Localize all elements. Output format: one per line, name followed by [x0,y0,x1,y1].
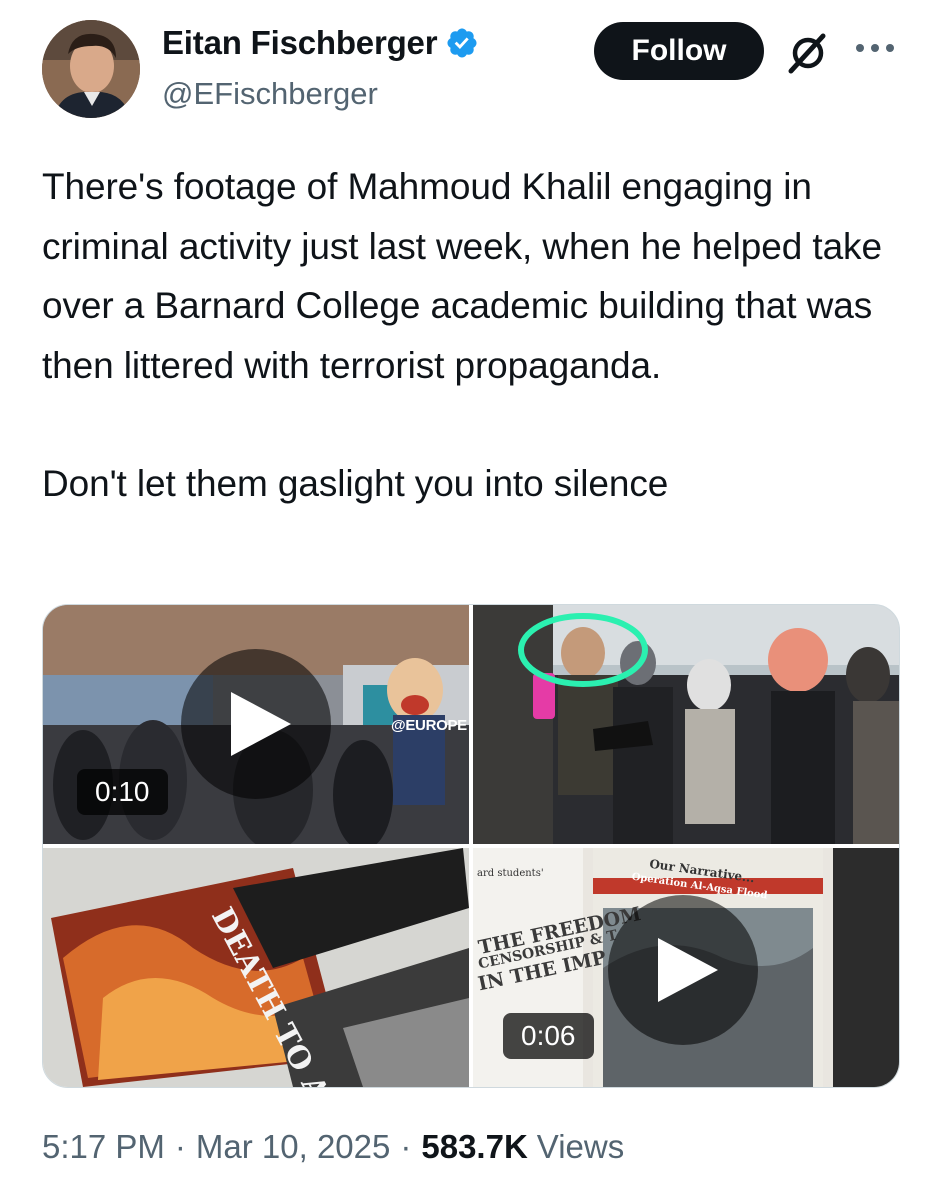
video-duration-badge: 0:06 [503,1013,594,1059]
media-video-4[interactable]: ard students' THE FREEDOM CENSORSHIP & T… [473,848,899,1087]
views-label[interactable]: Views [537,1128,624,1166]
author-handle[interactable]: @EFischberger [162,76,378,112]
media-grid: @EUROPE 0:10 DEATH TO A ard students' TH… [42,604,900,1088]
author-name-row[interactable]: Eitan Fischberger [162,24,479,62]
media-video-1[interactable]: @EUROPE 0:10 [43,605,469,844]
tweet-date[interactable]: Mar 10, 2025 [196,1128,390,1166]
play-icon [231,692,291,756]
follow-button[interactable]: Follow [594,22,764,80]
author-name[interactable]: Eitan Fischberger [162,24,438,62]
tweet-paragraph-2: Don't let them gaslight you into silence [42,463,669,504]
tweet-text: There's footage of Mahmoud Khalil engagi… [42,157,912,514]
leaflet-text-1: ard students' [477,868,544,879]
media-image-2[interactable] [473,605,899,844]
grok-icon[interactable] [785,30,831,76]
video-overlay-watermark: @EUROPE [391,717,467,734]
play-icon [658,938,718,1002]
tweet-meta: 5:17 PM · Mar 10, 2025 · 583.7K Views [42,1128,624,1166]
play-button[interactable] [608,895,758,1045]
tweet-time[interactable]: 5:17 PM [42,1128,165,1166]
tweet-paragraph-1: There's footage of Mahmoud Khalil engagi… [42,166,882,386]
author-avatar[interactable] [42,20,140,118]
avatar-photo [42,20,140,118]
media-image-3[interactable]: DEATH TO A [43,848,469,1087]
more-options-icon[interactable] [852,38,898,58]
meta-separator: · [174,1128,186,1165]
verified-badge-icon [447,28,477,58]
video-duration-badge: 0:10 [77,769,168,815]
play-button[interactable] [181,649,331,799]
image-protesters-indoors [473,605,899,844]
views-count[interactable]: 583.7K [421,1128,527,1166]
meta-separator: · [400,1128,412,1165]
